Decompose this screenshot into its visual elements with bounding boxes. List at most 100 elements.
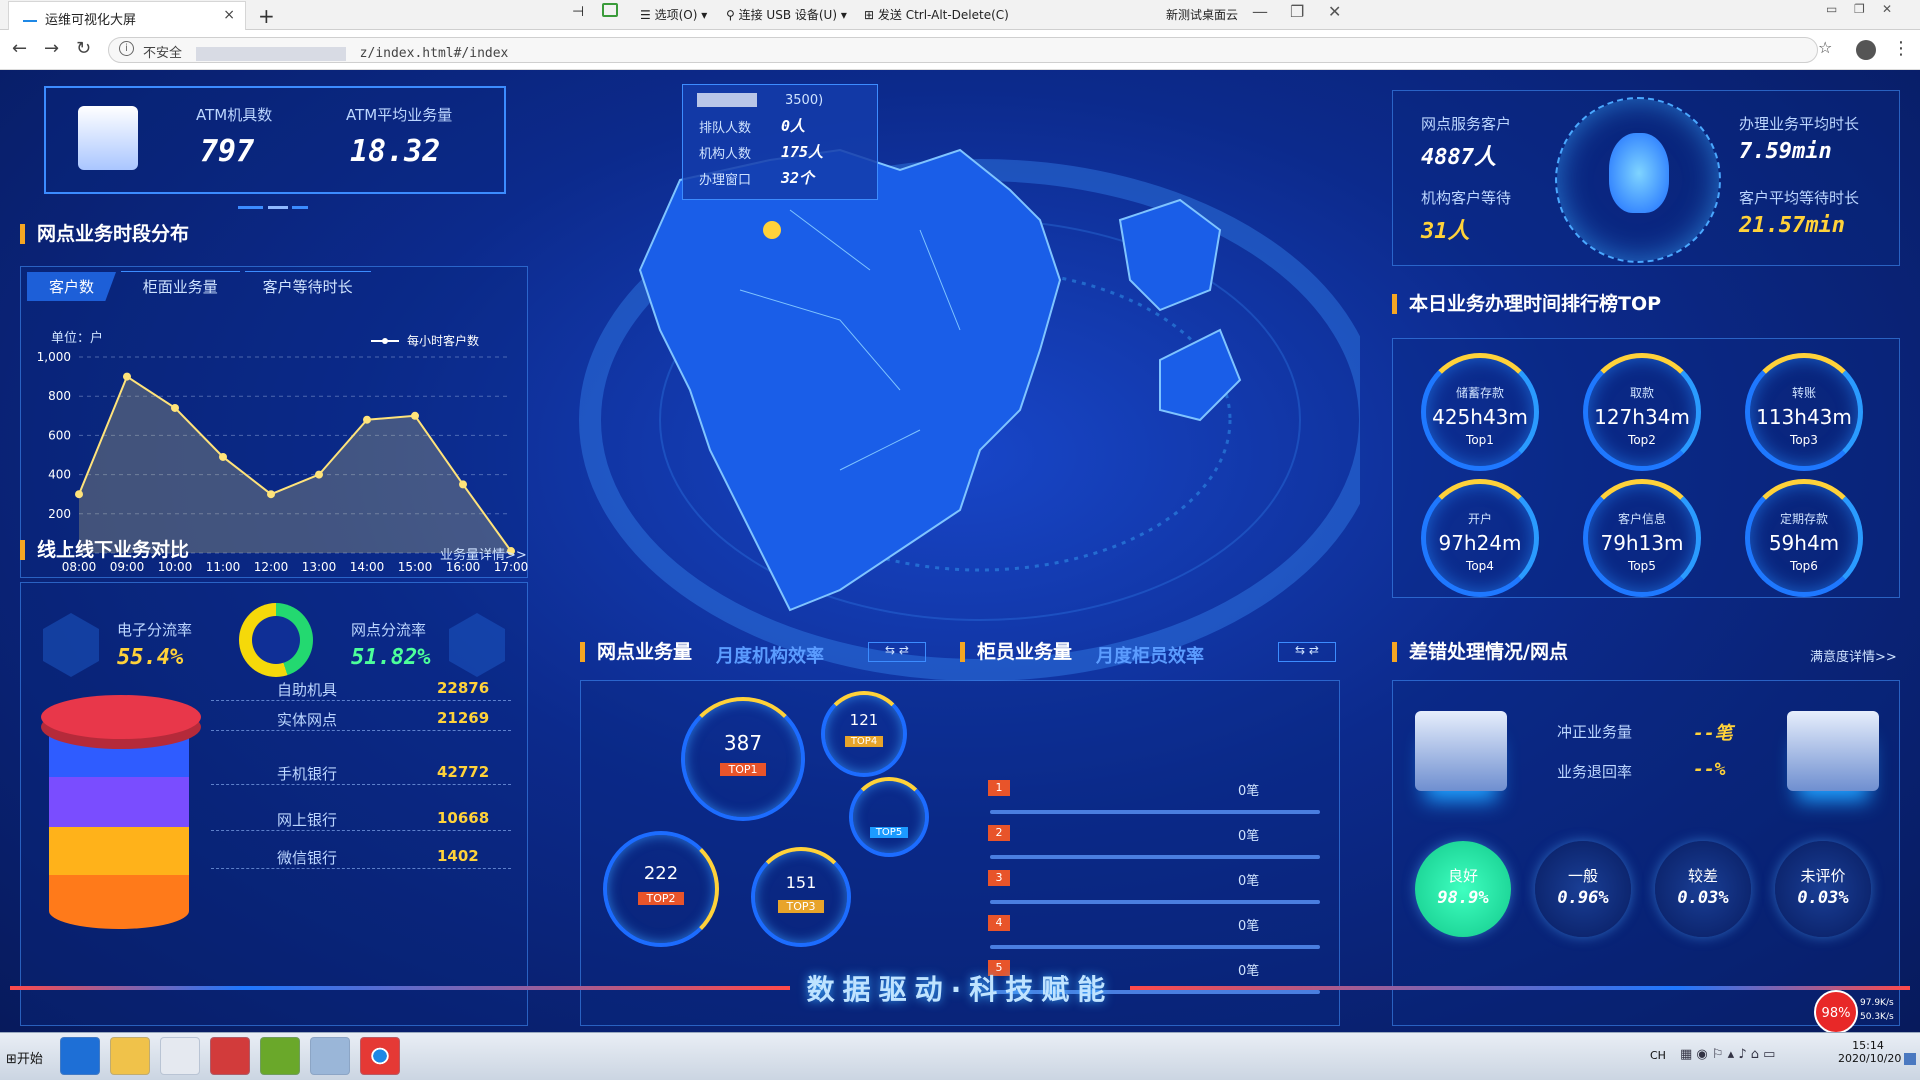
eval-value: 0.03% <box>1677 888 1729 908</box>
bubble-top5[interactable]: TOP5 <box>849 777 929 857</box>
y-tick-label: 400 <box>48 468 71 482</box>
profile-icon[interactable] <box>1856 40 1876 60</box>
rank-item[interactable]: 客户信息 79h13m Top5 <box>1583 479 1701 597</box>
restore-icon[interactable]: ❐ <box>1290 2 1304 21</box>
close-small-icon[interactable]: ✕ <box>1882 2 1892 16</box>
branch-switch-icon[interactable]: ⇆ ⇄ <box>868 642 926 662</box>
eval-circle[interactable]: 未评价 0.03% <box>1775 841 1871 937</box>
monitor-icon[interactable] <box>602 3 618 17</box>
e-rate-label: 电子分流率 <box>117 621 193 639</box>
bubble-top3[interactable]: 151 TOP3 <box>751 847 851 947</box>
ctrl-alt-del-button[interactable]: ⊞ 发送 Ctrl-Alt-Delete(C) <box>864 6 1009 23</box>
back-icon[interactable]: ← <box>12 38 27 59</box>
minimize-icon[interactable]: — <box>1252 2 1268 21</box>
teller-bar <box>990 810 1320 814</box>
chrome-icon[interactable] <box>360 1037 400 1075</box>
info-icon[interactable]: i <box>119 41 134 56</box>
clock[interactable]: 15:14 2020/10/20 <box>1838 1039 1901 1065</box>
dashboard: ATM机具数 797 ATM平均业务量 18.32 网点业务时段分布 客户数 柜… <box>0 70 1920 1034</box>
restore-small-icon[interactable]: ❐ <box>1854 2 1865 16</box>
teller-rank-badge: 3 <box>988 870 1010 886</box>
browser-tab[interactable]: 运维可视化大屏 × <box>8 1 246 30</box>
tray-icons[interactable]: ▦ ◉ ⚐ ▴ ♪ ⌂ ▭ <box>1680 1047 1775 1062</box>
rank-rank: Top6 <box>1790 559 1818 573</box>
lang-indicator[interactable]: CH <box>1650 1049 1666 1062</box>
rank-time: 97h24m <box>1438 531 1522 555</box>
vscode-icon[interactable] <box>60 1037 100 1075</box>
return-label: 业务退回率 <box>1557 763 1633 781</box>
new-tab-button[interactable]: + <box>258 4 275 28</box>
bubble-top1[interactable]: 387 TOP1 <box>681 697 805 821</box>
address-bar: ← → ↻ i 不安全 z/index.html#/index ☆ ⋮ <box>0 30 1920 70</box>
rank-item[interactable]: 开户 97h24m Top4 <box>1421 479 1539 597</box>
eval-circle[interactable]: 一般 0.96% <box>1535 841 1631 937</box>
session-name: 新测试桌面云 <box>1166 8 1239 22</box>
pin-icon[interactable]: ⊣ <box>572 4 584 20</box>
min-small-icon[interactable]: ▭ <box>1826 2 1837 16</box>
start-button[interactable]: ⊞开始 <box>2 1039 48 1073</box>
data-point <box>171 403 179 412</box>
b-rate-value: 51.82% <box>351 645 431 670</box>
reload-icon[interactable]: ↻ <box>76 38 91 59</box>
b-rate-label: 网点分流率 <box>351 621 427 639</box>
menu-icon[interactable]: ⋮ <box>1892 38 1910 59</box>
atm-panel: ATM机具数 797 ATM平均业务量 18.32 <box>44 86 506 194</box>
cpu-usage-badge[interactable]: 98% <box>1814 990 1858 1034</box>
rank-item[interactable]: 转账 113h43m Top3 <box>1745 353 1863 471</box>
tab-close-icon[interactable]: × <box>223 7 235 23</box>
bubble-top2[interactable]: 222 TOP2 <box>603 831 719 947</box>
teller-bar <box>990 855 1320 859</box>
folder-icon[interactable] <box>110 1037 150 1075</box>
rank-rank: Top3 <box>1790 433 1818 447</box>
rank-name: 转账 <box>1791 386 1816 400</box>
red-app-icon[interactable] <box>210 1037 250 1075</box>
data-point <box>123 372 131 381</box>
rank-time: 59h4m <box>1768 531 1840 555</box>
teller-efficiency-tab[interactable]: 月度柜员效率 <box>1096 642 1204 668</box>
rank-rank: Top1 <box>1466 433 1494 447</box>
reversal-label: 冲正业务量 <box>1557 723 1633 741</box>
data-point <box>75 490 83 499</box>
usb-menu[interactable]: ⚲ 连接 USB 设备(U) ▾ <box>726 6 847 23</box>
data-point <box>219 452 227 461</box>
carousel-dots[interactable] <box>238 206 308 209</box>
app-window-icon[interactable] <box>160 1037 200 1075</box>
rank-item[interactable]: 定期存款 59h4m Top6 <box>1745 479 1863 597</box>
satisfaction-link[interactable]: 满意度详情>> <box>1810 646 1897 665</box>
volume-detail-link[interactable]: 业务量详情>> <box>440 544 527 563</box>
teller-value: 0笔 <box>1238 874 1260 889</box>
branch-efficiency-tab[interactable]: 月度机构效率 <box>716 642 824 668</box>
tab-title: 运维可视化大屏 <box>45 13 137 28</box>
region-map <box>579 148 1360 681</box>
waiting-label: 机构客户等待 <box>1421 189 1512 207</box>
channel-value: 22876 <box>437 679 490 697</box>
teller-switch-icon[interactable]: ⇆ ⇄ <box>1278 642 1336 662</box>
rank-name: 取款 <box>1629 386 1654 400</box>
eval-circle[interactable]: 良好 98.9% <box>1415 841 1511 937</box>
options-menu[interactable]: ☰ 选项(O) ▾ <box>640 6 707 23</box>
bubble-top4[interactable]: 121 TOP4 <box>821 691 907 777</box>
data-point <box>363 415 371 424</box>
atm-icon <box>78 106 138 170</box>
x-tick-label: 12:00 <box>254 560 289 574</box>
waiting-value: 31人 <box>1421 219 1470 244</box>
remote-toolbar: 运维可视化大屏 × + ⊣ ☰ 选项(O) ▾ ⚲ 连接 USB 设备(U) ▾… <box>0 0 1920 30</box>
rank-item[interactable]: 储蓄存款 425h43m Top1 <box>1421 353 1539 471</box>
avg-time-label: 办理业务平均时长 <box>1739 115 1860 133</box>
show-desktop-button[interactable] <box>1904 1053 1916 1065</box>
blue-app-icon[interactable] <box>310 1037 350 1075</box>
close-icon[interactable]: ✕ <box>1328 2 1341 21</box>
face-scan-icon <box>1555 97 1721 263</box>
series-area <box>79 376 511 553</box>
star-icon[interactable]: ☆ <box>1818 38 1832 57</box>
rank-time: 79h13m <box>1600 531 1684 555</box>
hourly-chart: 02004006008001,00008:00 09:00 10:00 11:00 12… <box>37 333 529 574</box>
url-field[interactable]: i 不安全 z/index.html#/index <box>108 37 1818 63</box>
forward-icon[interactable]: → <box>44 38 59 59</box>
green-app-icon[interactable] <box>260 1037 300 1075</box>
rank-item[interactable]: 取款 127h34m Top2 <box>1583 353 1701 471</box>
server-left-icon <box>1415 711 1507 791</box>
eval-circle[interactable]: 较差 0.03% <box>1655 841 1751 937</box>
data-point <box>411 411 419 420</box>
slogan: 数据驱动·科技赋能 <box>806 973 1114 1006</box>
